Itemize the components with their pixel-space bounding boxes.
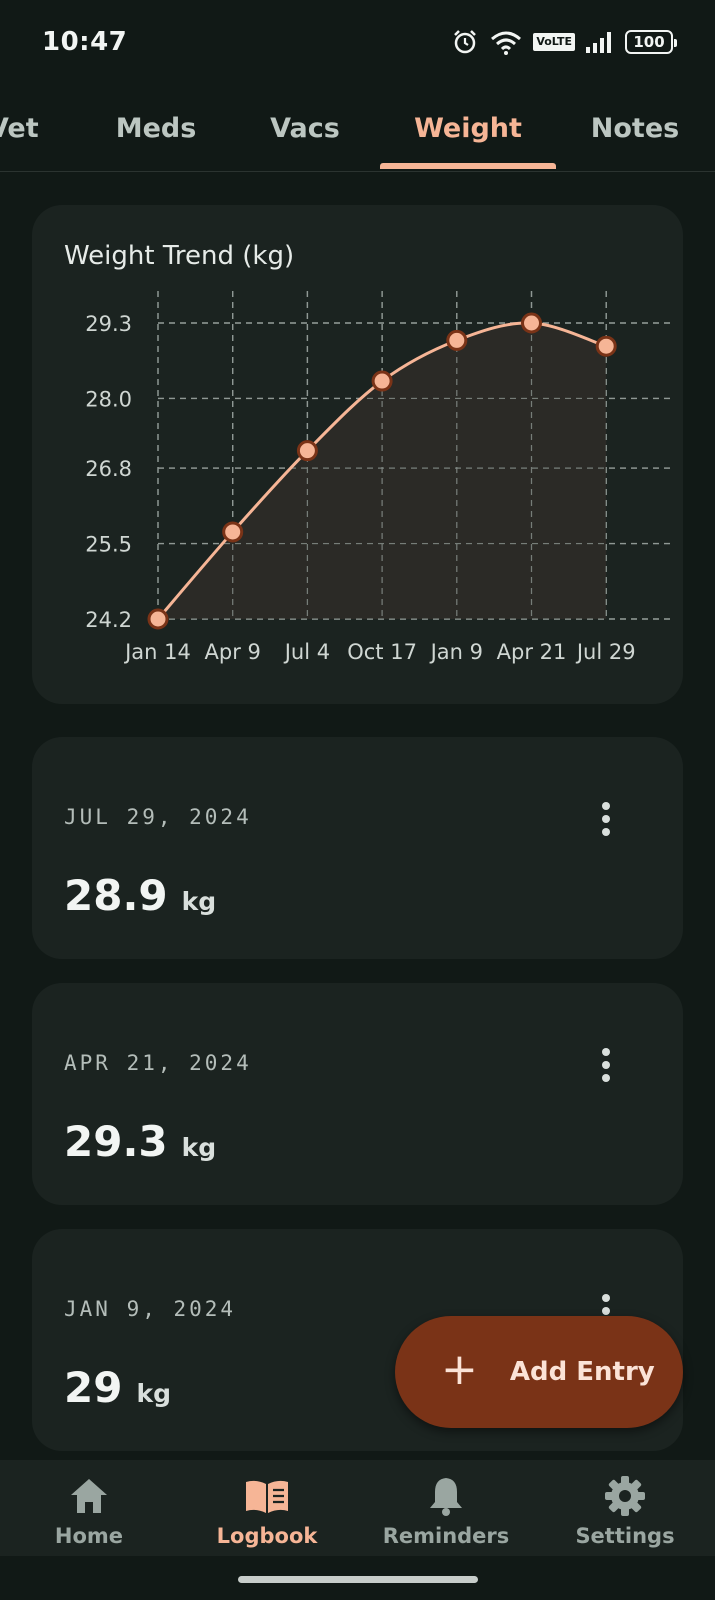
data-point (595, 335, 617, 357)
entry-unit: kg (136, 1379, 171, 1408)
nav-home[interactable]: Home (0, 1460, 178, 1556)
entry-unit: kg (181, 887, 217, 916)
entry-card[interactable]: APR 21, 2024 29.3 kg (32, 983, 683, 1205)
alarm-icon (454, 30, 477, 54)
more-options-button[interactable] (591, 1045, 621, 1085)
tab-vacs[interactable]: Vacs (252, 84, 358, 172)
entry-value: 29.3 (64, 1117, 168, 1166)
x-tick-label: Jul 4 (283, 640, 330, 664)
status-time: 10:47 (42, 27, 128, 57)
battery-level: 100 (633, 33, 665, 51)
status-bar: 10:47 VoLTE 100 (0, 0, 715, 84)
more-dot (602, 815, 610, 823)
x-tick-label: Oct 17 (347, 640, 417, 664)
x-tick-label: Jan 14 (123, 640, 191, 664)
weight-chart-card: Weight Trend (kg) 29.3 28.0 26.8 25.5 24.2 Ja… (32, 205, 683, 704)
nav-logbook[interactable]: Logbook (178, 1460, 356, 1556)
entry-value: 28.9 (64, 871, 168, 920)
entry-date: JAN 9, 2024 (64, 1297, 237, 1321)
more-dot (602, 1048, 610, 1056)
x-tick-label: Apr 21 (497, 640, 567, 664)
more-dot (602, 802, 610, 810)
nav-label: Logbook (216, 1524, 318, 1548)
y-tick-label: 28.0 (85, 387, 132, 411)
more-dot (602, 1307, 610, 1315)
volte-badge: VoLTE (533, 33, 575, 51)
more-dot (602, 828, 610, 836)
entry-unit: kg (181, 1133, 217, 1162)
y-tick-label: 26.8 (85, 457, 132, 481)
y-tick-label: 24.2 (85, 608, 132, 632)
x-tick-label: Jul 29 (575, 640, 636, 664)
more-dot (602, 1074, 610, 1082)
tab-bar: Vet Meds Vacs Weight Notes (0, 84, 715, 172)
weight-trend-chart: 29.3 28.0 26.8 25.5 24.2 Jan 14 Apr 9 Jul 4 Oct … (85, 291, 675, 664)
more-options-button[interactable] (591, 799, 621, 839)
data-point (147, 608, 169, 630)
tab-vet[interactable]: Vet (0, 84, 50, 172)
nav-label: Home (54, 1524, 124, 1548)
tab-meds[interactable]: Meds (100, 84, 212, 172)
data-point (521, 312, 542, 334)
entry-card[interactable]: JUL 29, 2024 28.9 kg (32, 737, 683, 959)
gear-icon (605, 1476, 645, 1516)
battery-indicator: 100 (625, 30, 677, 54)
bottom-navigation: Home Logbook Reminders Settings (0, 1460, 715, 1556)
tab-notes[interactable]: Notes (578, 84, 692, 172)
data-point (222, 521, 244, 543)
data-point (296, 440, 318, 462)
entry-weight: 29.3 kg (64, 1117, 216, 1166)
data-point (446, 329, 468, 351)
home-icon (71, 1479, 107, 1513)
add-entry-label: Add Entry (509, 1357, 655, 1387)
data-point (371, 370, 393, 392)
nav-reminders[interactable]: Reminders (357, 1460, 535, 1556)
x-tick-label: Jan 9 (429, 640, 483, 664)
entry-date: APR 21, 2024 (64, 1051, 252, 1075)
more-dot (602, 1294, 610, 1302)
entry-date: JUL 29, 2024 (64, 805, 252, 829)
nav-label: Settings (575, 1524, 675, 1548)
gesture-bar[interactable] (238, 1576, 478, 1583)
entry-weight: 28.9 kg (64, 871, 216, 920)
add-entry-button[interactable]: + Add Entry (395, 1316, 683, 1428)
y-tick-label: 29.3 (85, 312, 132, 336)
wifi-icon (491, 31, 522, 55)
bell-icon (430, 1478, 462, 1516)
entry-weight: 29 kg (64, 1363, 171, 1412)
entry-value: 29 (64, 1363, 123, 1412)
book-icon (246, 1480, 288, 1513)
y-tick-label: 25.5 (85, 533, 132, 557)
signal-icon (586, 32, 611, 53)
tab-weight[interactable]: Weight (395, 84, 541, 172)
status-icons: VoLTE 100 (451, 28, 677, 56)
plus-icon: + (441, 1344, 478, 1395)
more-dot (602, 1061, 610, 1069)
nav-label: Reminders (382, 1524, 510, 1548)
tab-indicator (380, 163, 556, 169)
nav-settings[interactable]: Settings (536, 1460, 714, 1556)
x-tick-label: Apr 9 (205, 640, 261, 664)
